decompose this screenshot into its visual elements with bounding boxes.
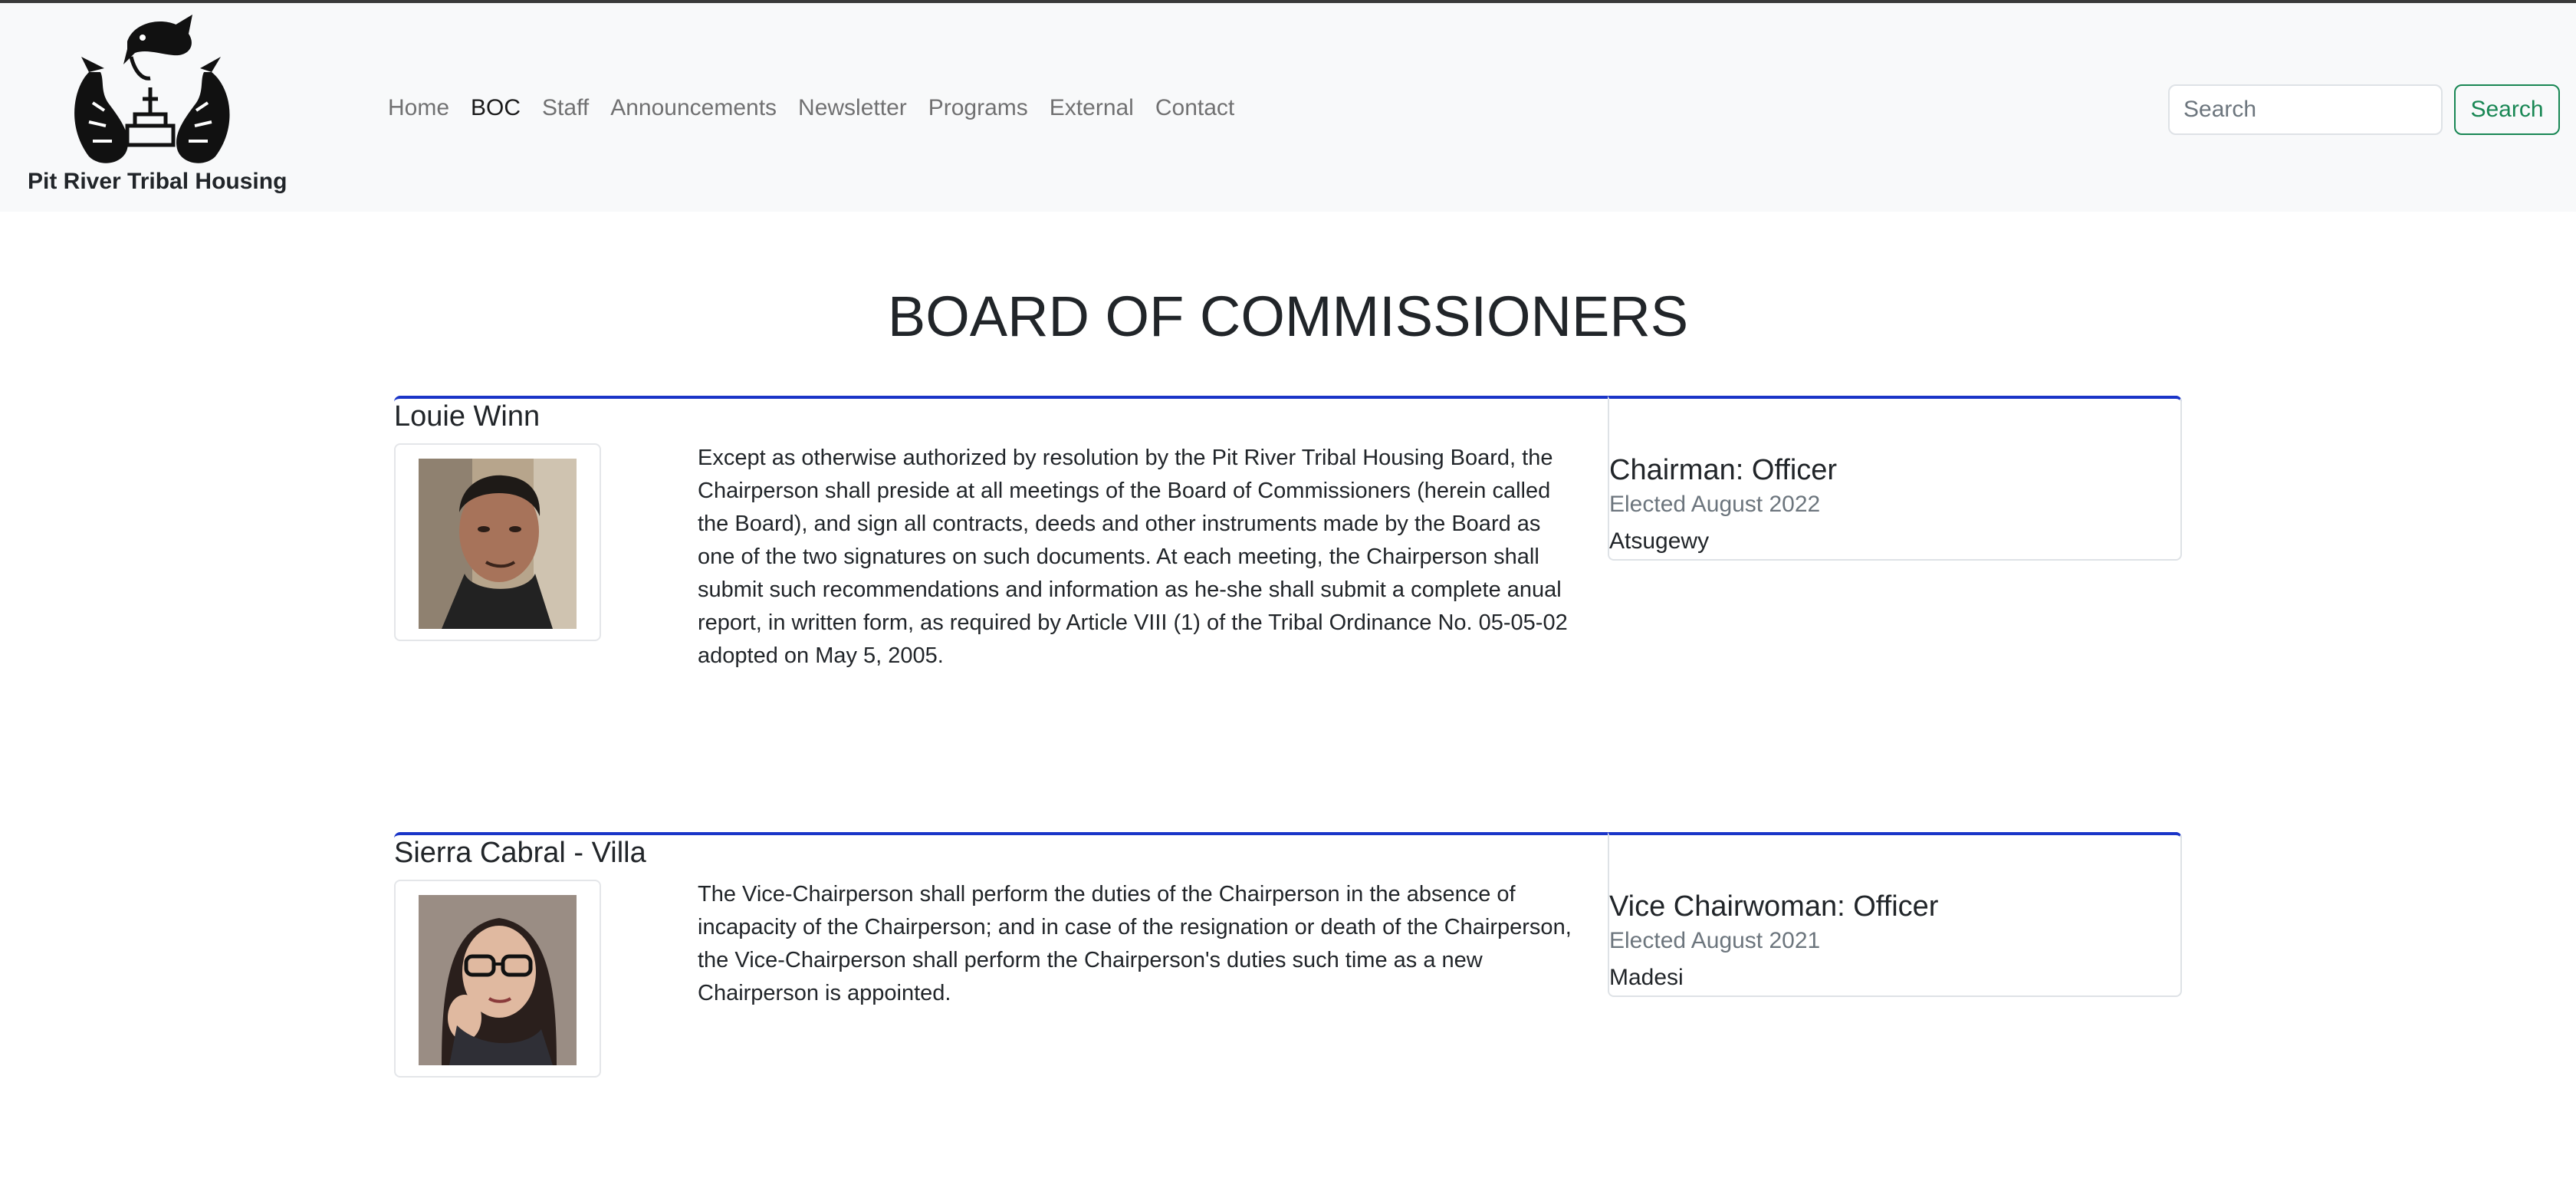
nav-boc[interactable]: BOC — [460, 95, 531, 121]
nav-staff[interactable]: Staff — [531, 95, 600, 121]
tribal-housing-logo-icon — [74, 15, 230, 163]
member-role: Vice Chairwoman: Officer — [1609, 890, 1939, 923]
nav-external[interactable]: External — [1039, 95, 1145, 121]
search-button[interactable]: Search — [2454, 84, 2560, 135]
brand-link[interactable]: Pit River Tribal Housing — [28, 11, 288, 195]
member-info-card: Vice Chairwoman: Officer Elected August … — [1608, 832, 2182, 997]
nav-programs[interactable]: Programs — [918, 95, 1039, 121]
member-photo — [419, 895, 577, 1065]
nav-contact[interactable]: Contact — [1145, 95, 1245, 121]
member-elected: Elected August 2021 — [1609, 928, 1821, 953]
member-name: Sierra Cabral - Villa — [394, 837, 646, 869]
member-tribe: Madesi — [1609, 965, 1684, 990]
nav-announcements[interactable]: Announcements — [600, 95, 787, 121]
member-name: Louie Winn — [394, 400, 540, 433]
page-title: BOARD OF COMMISSIONERS — [887, 285, 1689, 348]
navbar: Pit River Tribal Housing Home BOC Staff … — [0, 3, 2576, 212]
member-role: Chairman: Officer — [1609, 454, 1838, 486]
nav-newsletter[interactable]: Newsletter — [787, 95, 918, 121]
member-card: Louie Winn Except as otherwise authorize… — [394, 396, 2182, 679]
nav-home[interactable]: Home — [388, 95, 460, 121]
main-nav: Home BOC Staff Announcements Newsletter … — [388, 95, 1245, 121]
member-photo — [419, 459, 577, 629]
member-description: The Vice-Chairperson shall perform the d… — [698, 882, 1572, 1005]
member-tribe: Atsugewy — [1609, 528, 1710, 554]
member-card: Sierra Cabral - Villa The Vice-Chairpers… — [394, 832, 2182, 1116]
member-elected: Elected August 2022 — [1609, 492, 1821, 517]
search-input[interactable] — [2168, 84, 2443, 135]
member-photo-frame — [394, 443, 601, 641]
brand-name: Pit River Tribal Housing — [28, 169, 288, 194]
member-photo-frame — [394, 880, 601, 1078]
member-description: Except as otherwise authorized by resolu… — [698, 446, 1568, 668]
member-info-card: Chairman: Officer Elected August 2022 At… — [1608, 396, 2182, 561]
